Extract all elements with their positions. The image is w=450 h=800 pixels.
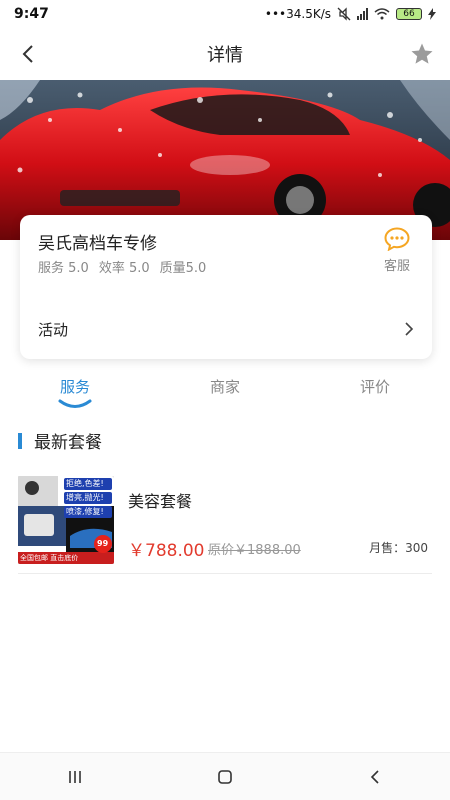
thumb-text-3: 喷漆,修复! [66,507,104,516]
package-item[interactable]: 拒绝,色差! 增亮,抛光! 喷漆,修复! 99 全国包邮 直击底价 美容套餐 ￥… [18,476,432,574]
shop-ratings: 服务 5.0 效率 5.0 质量5.0 [38,257,206,276]
chevron-right-icon [405,322,414,336]
status-bar: 9:47 •••34.5K/s 66 [0,0,450,28]
package-thumbnail: 拒绝,色差! 增亮,抛光! 喷漆,修复! 99 全国包邮 直击底价 [18,476,114,564]
section-header: 最新套餐 [18,428,102,453]
home-icon [218,769,232,784]
thumb-text-1: 拒绝,色差! [66,479,104,488]
recent-apps-icon [69,770,81,783]
package-monthly-sales: 月售：300 [369,541,428,555]
customer-service-button[interactable]: 客服 [380,227,414,274]
package-original-price: 原价￥1888.00 [208,543,301,558]
tab-service-label: 服务 [59,378,90,396]
tab-active-indicator [58,399,92,408]
rating-quality: 质量5.0 [159,261,207,276]
thumb-text-2: 增亮,抛光! [66,493,104,502]
home-button[interactable] [205,757,245,797]
network-speed: •••34.5K/s [264,7,331,21]
shop-info-card: 吴氏高档车专修 服务 5.0 效率 5.0 质量5.0 客服 活动 [20,215,432,359]
thumb-badge: 99 [97,539,109,548]
system-nav-bar [0,752,450,800]
rating-efficiency: 效率 5.0 [98,261,150,276]
wifi-icon [374,8,390,20]
battery-indicator: 66 [396,8,422,20]
page-title: 详情 [207,45,243,66]
chevron-left-icon [22,45,33,63]
back-button[interactable] [14,40,42,68]
recent-apps-button[interactable] [55,757,95,797]
activity-label: 活动 [38,320,69,339]
detail-tabs: 服务 商家 评价 [0,368,450,412]
section-accent-bar [18,432,22,449]
system-back-button[interactable] [355,757,395,797]
customer-service-label: 客服 [383,259,410,274]
nav-bar: 详情 [0,28,450,80]
status-indicators: •••34.5K/s 66 [265,7,436,21]
tab-merchant[interactable]: 商家 [150,368,300,412]
section-title: 最新套餐 [34,433,102,453]
favorite-button[interactable] [408,40,436,68]
tab-reviews[interactable]: 评价 [300,368,450,412]
charging-icon [428,8,436,20]
signal-icon [357,8,368,20]
mute-icon [337,7,351,21]
star-icon [411,43,433,64]
activity-row[interactable]: 活动 [20,311,432,347]
package-price: ￥788.00 [128,541,205,561]
back-arrow-icon [370,769,379,784]
shop-name: 吴氏高档车专修 [38,234,157,254]
package-name: 美容套餐 [128,492,193,511]
chat-bubble-icon [384,227,410,251]
tab-reviews-label: 评价 [359,378,390,396]
status-time: 9:47 [14,6,49,22]
tab-merchant-label: 商家 [209,378,240,396]
thumb-bottom-text: 全国包邮 直击底价 [20,554,79,562]
rating-service: 服务 5.0 [38,261,89,276]
tab-service[interactable]: 服务 [0,368,150,412]
